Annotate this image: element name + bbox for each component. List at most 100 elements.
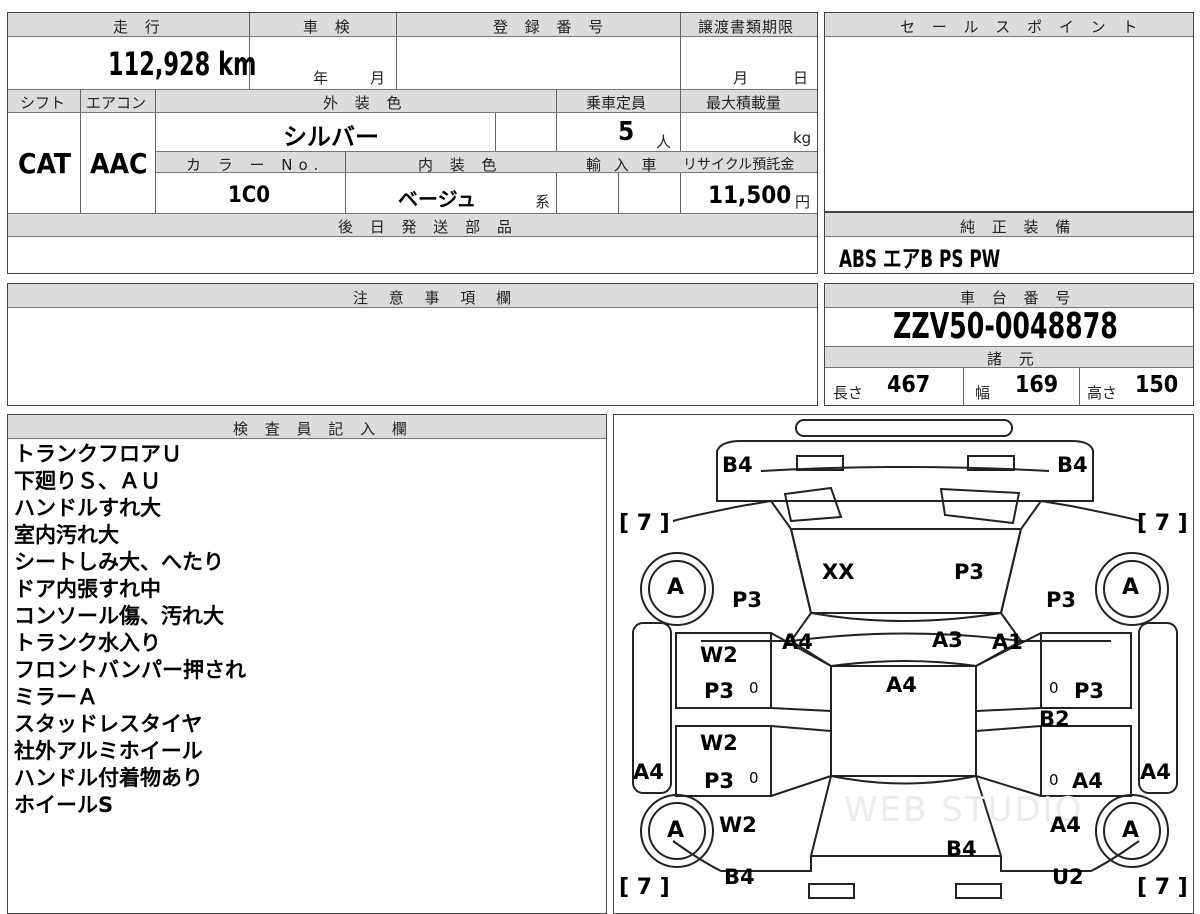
- interior-color-suffix: 系: [535, 193, 551, 211]
- shaken-year-label: 年: [313, 69, 329, 87]
- mark-r-mid: B2: [1039, 707, 1070, 731]
- mark-pillar-r: A1: [992, 630, 1023, 654]
- note-line: トランク水入り: [14, 631, 161, 655]
- tire-depth-fr: [ 7 ]: [1137, 511, 1188, 536]
- chassis-header: 車 台 番 号: [960, 289, 1077, 307]
- later-parts-header: 後 日 発 送 部 品: [338, 218, 518, 236]
- note-line: 室内汚れ大: [14, 523, 119, 547]
- exterior-color-header: 外 装 色: [323, 94, 408, 112]
- mileage-number: 112,928: [108, 45, 211, 83]
- note-line: ミラーＡ: [14, 685, 98, 709]
- genuine-equipment-header: 純 正 装 備: [960, 218, 1077, 236]
- aircon-value: AAC: [90, 147, 148, 180]
- tire-depth-fl: [ 7 ]: [619, 511, 670, 536]
- note-line: ホイールS: [14, 793, 114, 817]
- mark-hood-left: XX: [822, 560, 855, 584]
- wheel-fl-label: A: [667, 575, 685, 600]
- tire-depth-rr: [ 7 ]: [1137, 875, 1188, 900]
- mileage-unit: km: [218, 45, 257, 83]
- height-label: 高さ: [1087, 384, 1118, 402]
- wheel-rl-label: A: [667, 818, 685, 843]
- mark-rear-right: U2: [1052, 865, 1084, 889]
- mark-zero-1: 0: [749, 679, 759, 697]
- interior-color-header: 内 装 色: [418, 156, 503, 174]
- mark-zero-3: 0: [1049, 679, 1059, 697]
- note-line: シートしみ大、へたり: [14, 550, 224, 574]
- shaken-header: 車 検: [303, 18, 356, 36]
- mark-top-right: B4: [1057, 453, 1088, 477]
- length-label: 長さ: [833, 384, 864, 402]
- import-header: 輸 入 車: [586, 156, 661, 174]
- mark-l-front-door-2: P3: [704, 679, 735, 703]
- mark-r-side: A4: [1140, 760, 1171, 784]
- capacity-header: 乗車定員: [586, 94, 647, 112]
- mark-trunk: B4: [946, 837, 977, 861]
- note-line: 社外アルミホイール: [14, 739, 203, 763]
- recycle-value: 11,500: [708, 181, 792, 209]
- mark-r-rear-door: A4: [1072, 769, 1103, 793]
- mark-pillar-l: A4: [782, 630, 813, 654]
- deadline-day-label: 日: [793, 69, 809, 87]
- inspector-notes: トランクフロアＵ 下廻りＳ、ＡＵ ハンドルすれ大 室内汚れ大 シートしみ大、へた…: [14, 441, 246, 819]
- note-line: スタッドレスタイヤ: [14, 712, 203, 736]
- mark-rl-quarter: W2: [719, 813, 757, 837]
- shaken-month-label: 月: [370, 69, 386, 87]
- sales-point-header: セ ー ル ス ポ イ ン ト: [900, 18, 1144, 36]
- mark-l-rear-door-1: W2: [700, 731, 738, 755]
- note-line: ハンドル付着物あり: [14, 766, 203, 790]
- watermark: WEB STUDIO: [844, 790, 1084, 830]
- mark-roof: A4: [886, 673, 917, 697]
- length-value: 467: [887, 372, 931, 398]
- note-line: ドア内張すれ中: [14, 577, 161, 601]
- max-load-header: 最大積載量: [706, 94, 782, 112]
- genuine-equipment-value: ABS エアB PS PW: [839, 239, 1046, 274]
- genuine-equipment-box: 純 正 装 備 ABS エアB PS PW: [824, 212, 1194, 274]
- width-label: 幅: [975, 384, 991, 402]
- mark-top-left: B4: [722, 453, 753, 477]
- inspector-header: 検 査 員 記 入 欄: [233, 420, 413, 438]
- max-load-unit: kg: [793, 129, 812, 147]
- recycle-unit: 円: [795, 193, 811, 211]
- registration-header: 登 録 番 号: [493, 18, 610, 36]
- mark-zero-2: 0: [749, 769, 759, 787]
- tire-depth-rl: [ 7 ]: [619, 875, 670, 900]
- recycle-header: リサイクル預託金: [683, 157, 795, 173]
- note-line: 下廻りＳ、ＡＵ: [14, 469, 161, 493]
- interior-color-value: ベージュ: [398, 187, 477, 211]
- color-no-value: 1C0: [228, 183, 271, 208]
- mark-l-side: A4: [633, 760, 664, 784]
- width-value: 169: [1015, 372, 1059, 398]
- car-diagram-box: WEB STUDIO [ 7 ] [ 7 ] [ 7 ] [ 7 ] A A A…: [613, 414, 1194, 914]
- mark-fr-fender: P3: [1046, 588, 1077, 612]
- capacity-value: 5: [618, 117, 635, 147]
- mark-pillar-c: A3: [932, 628, 963, 652]
- color-no-header: カ ラ ー No.: [186, 156, 325, 174]
- mark-rear-left: B4: [724, 865, 755, 889]
- note-line: ハンドルすれ大: [14, 496, 161, 520]
- chassis-number: ZZV50-0048878: [893, 306, 1118, 347]
- vehicle-info-box: 走 行 車 検 登 録 番 号 譲渡書類期限 112,928 km 年 月 月 …: [7, 12, 818, 274]
- capacity-unit: 人: [656, 133, 672, 151]
- exterior-color-value: シルバー: [283, 123, 379, 151]
- mark-rr-quarter: A4: [1050, 813, 1081, 837]
- caution-box: 注 意 事 項 欄: [7, 283, 818, 406]
- transfer-deadline-header: 譲渡書類期限: [698, 18, 795, 36]
- deadline-month-label: 月: [733, 69, 749, 87]
- mark-hood-right: P3: [954, 560, 985, 584]
- aircon-header: エアコン: [86, 94, 147, 112]
- mileage-value: 112,928 km: [108, 45, 298, 83]
- caution-header: 注 意 事 項 欄: [353, 289, 520, 307]
- wheel-fr-label: A: [1122, 575, 1140, 600]
- height-value: 150: [1135, 372, 1179, 398]
- shift-header: シフト: [20, 94, 66, 112]
- mark-zero-4: 0: [1049, 771, 1059, 789]
- note-line: トランクフロアＵ: [14, 442, 182, 466]
- specs-header: 諸 元: [987, 350, 1040, 368]
- mark-l-rear-door-2: P3: [704, 769, 735, 793]
- mileage-header: 走 行: [113, 18, 166, 36]
- genuine-equipment-text: ABS エアB PS PW: [839, 245, 1001, 273]
- chassis-box: 車 台 番 号 ZZV50-0048878 諸 元 長さ 467 幅 169 高…: [824, 283, 1194, 406]
- wheel-rr-label: A: [1122, 818, 1140, 843]
- shift-value: CAT: [18, 147, 71, 180]
- chassis-value: ZZV50-0048878: [893, 306, 1181, 347]
